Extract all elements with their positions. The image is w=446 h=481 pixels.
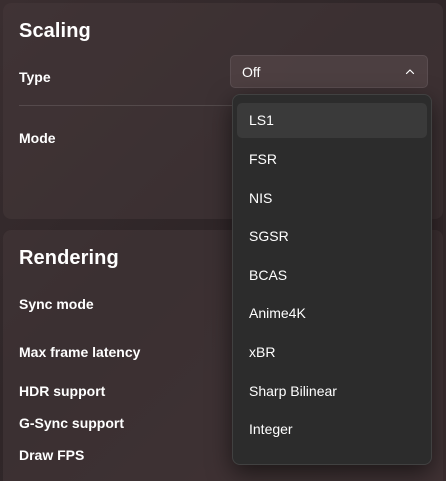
type-label: Type [19,69,51,85]
dropdown-option-sharp-bilinear[interactable]: Sharp Bilinear [237,374,427,409]
dropdown-option-xbr[interactable]: xBR [237,335,427,370]
gsync-support-label: G-Sync support [19,415,125,431]
dropdown-option-integer[interactable]: Integer [237,412,427,447]
sync-mode-label: Sync mode [19,296,94,312]
dropdown-option-bcas[interactable]: BCAS [237,258,427,293]
type-select[interactable]: Off [230,55,428,88]
dropdown-option-ls1[interactable]: LS1 [237,103,427,138]
rendering-section-title: Rendering [19,247,119,269]
chevron-up-icon [405,69,415,75]
draw-fps-label: Draw FPS [19,447,85,463]
type-dropdown-list: LS1 FSR NIS SGSR BCAS Anime4K xBR Sharp … [232,94,432,465]
scaling-section-title: Scaling [19,20,91,42]
max-frame-latency-label: Max frame latency [19,344,141,360]
mode-label: Mode [19,130,56,146]
hdr-support-label: HDR support [19,383,106,399]
dropdown-option-nis[interactable]: NIS [237,181,427,216]
dropdown-option-anime4k[interactable]: Anime4K [237,296,427,331]
dropdown-option-sgsr[interactable]: SGSR [237,219,427,254]
dropdown-option-fsr[interactable]: FSR [237,142,427,177]
type-select-value: Off [242,64,261,80]
